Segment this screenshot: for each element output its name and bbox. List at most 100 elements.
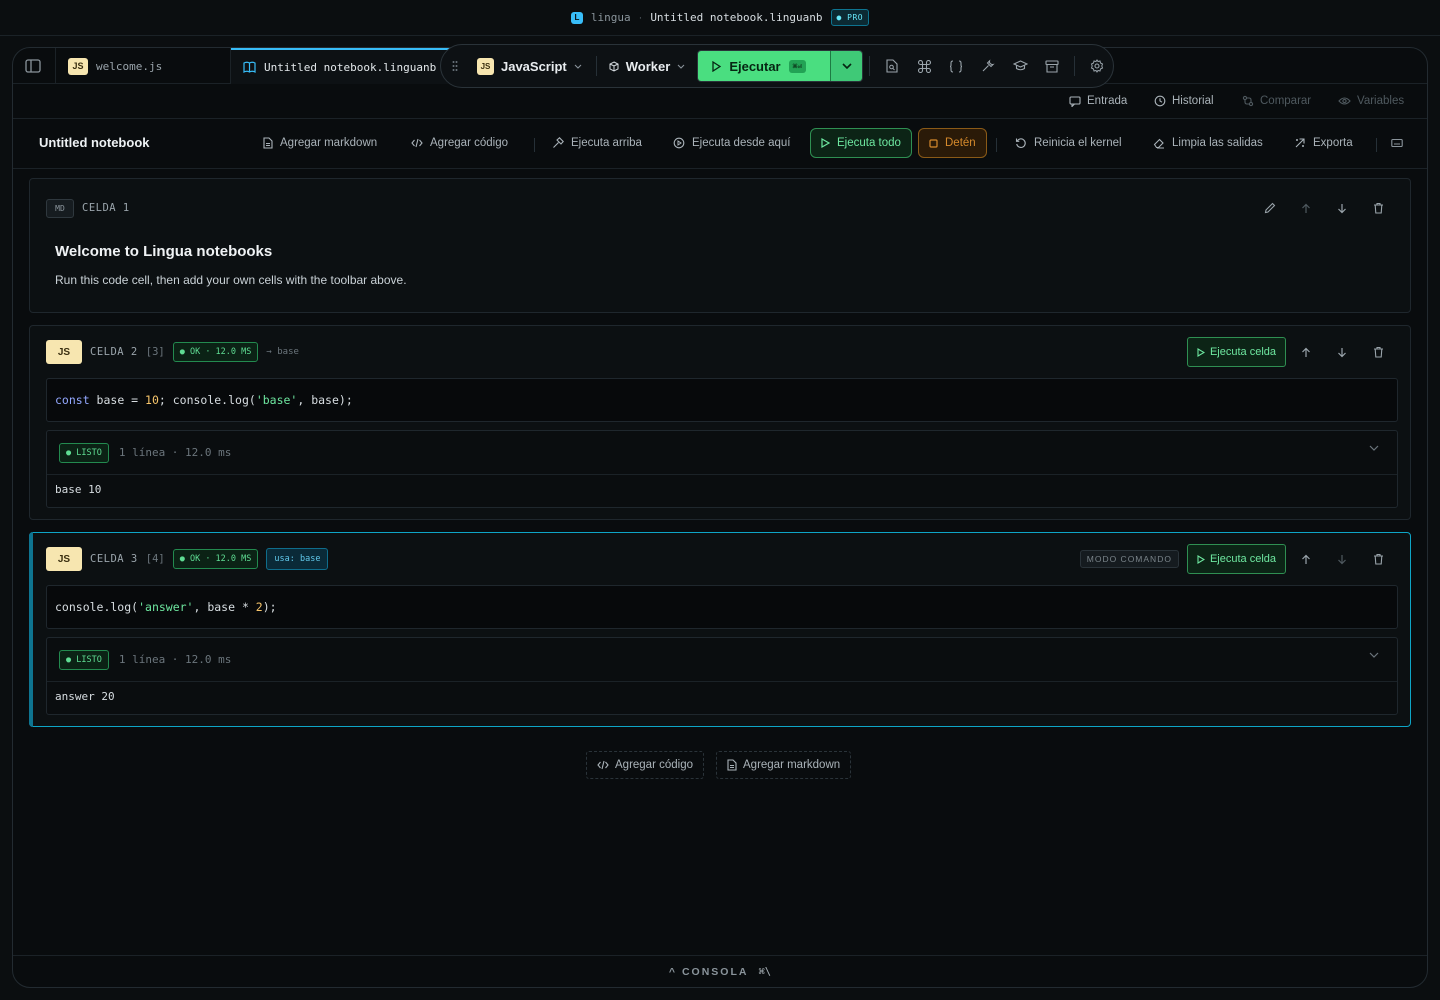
restart-kernel-button[interactable]: Reinicia el kernel: [1015, 128, 1122, 158]
stop-button[interactable]: Detén: [918, 128, 987, 158]
stop-icon: [929, 138, 938, 148]
defines-variable: → base: [266, 347, 299, 357]
move-down-icon[interactable]: [1324, 544, 1360, 574]
move-up-icon[interactable]: [1288, 193, 1324, 223]
output-header[interactable]: ● LISTO 1 línea · 12.0 ms: [47, 638, 1397, 682]
add-code-cell-button[interactable]: Agregar código: [586, 751, 704, 779]
language-label: JavaScript: [500, 58, 567, 74]
main-window: JS welcome.js Untitled notebook.linguanb…: [12, 47, 1428, 988]
panel-label: Entrada: [1087, 95, 1128, 107]
collapse-output-icon[interactable]: [1369, 445, 1379, 451]
run-toolbar: JS JavaScript Worker Ejecutar ⌘⏎: [440, 44, 1114, 88]
console-shortcut: ⌘\: [758, 966, 772, 978]
notebook-icon: [243, 61, 256, 73]
tab-label: welcome.js: [96, 59, 163, 73]
status-badge: ● OK · 12.0 MS: [172, 549, 259, 569]
panel-variables[interactable]: Variables: [1338, 84, 1404, 118]
move-up-icon[interactable]: [1288, 337, 1324, 367]
wrench-icon[interactable]: [972, 50, 1004, 82]
notebook-title: Untitled notebook: [39, 135, 150, 150]
graduation-cap-icon[interactable]: [1004, 50, 1036, 82]
cell-header: MD CELDA 1: [46, 179, 130, 237]
runtime-selector[interactable]: Worker: [603, 59, 692, 74]
panel-historial[interactable]: Historial: [1154, 84, 1214, 118]
delete-icon[interactable]: [1360, 544, 1396, 574]
output-text: base 10: [55, 483, 102, 496]
run-button[interactable]: Ejecutar ⌘⏎: [698, 51, 831, 81]
code-editor[interactable]: console.log('answer', base * 2);: [46, 585, 1398, 629]
delete-icon[interactable]: [1360, 193, 1396, 223]
tab-welcome-js[interactable]: JS welcome.js: [55, 48, 231, 84]
settings-gear-icon[interactable]: [1081, 50, 1113, 82]
code-token: const: [55, 393, 90, 407]
drag-handle-icon[interactable]: [441, 60, 469, 72]
clear-outputs-button[interactable]: Limpia las salidas: [1153, 128, 1263, 158]
run-from-here-button[interactable]: Ejecuta desde aquí: [673, 128, 790, 158]
add-code-label: Agregar código: [430, 137, 508, 149]
cell-actions: [1252, 179, 1396, 237]
run-cell-label: Ejecuta celda: [1209, 553, 1276, 565]
code-cell[interactable]: JS CELDA 2 [3] ● OK · 12.0 MS → base Eje…: [29, 325, 1411, 520]
play-icon: [1197, 347, 1205, 357]
output-text: answer 20: [55, 690, 115, 703]
js-icon: JS: [476, 57, 494, 75]
collapse-output-icon[interactable]: [1369, 652, 1379, 658]
toolbar-divider: [1074, 56, 1075, 76]
sidebar-toggle-icon[interactable]: [25, 59, 41, 73]
eye-icon: [1338, 96, 1351, 106]
output-header[interactable]: ● LISTO 1 línea · 12.0 ms: [47, 431, 1397, 475]
play-icon: [821, 138, 830, 148]
panel-comparar[interactable]: Comparar: [1242, 84, 1311, 118]
cell-header: JS CELDA 2 [3] ● OK · 12.0 MS → base: [46, 326, 299, 378]
braces-icon[interactable]: [940, 50, 972, 82]
code-token: 2: [255, 600, 263, 614]
command-icon[interactable]: [908, 50, 940, 82]
language-selector[interactable]: JS JavaScript: [469, 52, 590, 80]
console-label: ^ CONSOLA: [668, 966, 749, 978]
markdown-cell[interactable]: MD CELDA 1 Welcome to Lingua notebooks R…: [29, 178, 1411, 313]
move-down-icon[interactable]: [1324, 193, 1360, 223]
delete-icon[interactable]: [1360, 337, 1396, 367]
cell-output: ● LISTO 1 línea · 12.0 ms answer 20: [46, 637, 1398, 715]
code-editor[interactable]: const base = 10; console.log('base', bas…: [46, 378, 1398, 422]
move-down-icon[interactable]: [1324, 337, 1360, 367]
code-icon: [411, 138, 423, 148]
cell-label: CELDA 1: [82, 202, 130, 214]
run-all-button[interactable]: Ejecuta todo: [810, 128, 912, 158]
restart-kernel-label: Reinicia el kernel: [1034, 137, 1122, 149]
output-meta: 1 línea · 12.0 ms: [118, 653, 232, 666]
add-markdown-button[interactable]: Agregar markdown: [263, 128, 377, 158]
run-above-button[interactable]: Ejecuta arriba: [552, 128, 642, 158]
export-button[interactable]: Exporta: [1294, 128, 1353, 158]
run-all-label: Ejecuta todo: [837, 137, 901, 149]
code-token: console.log(: [55, 600, 139, 614]
add-markdown-cell-button[interactable]: Agregar markdown: [716, 751, 852, 779]
toolbar-divider: [595, 56, 597, 76]
export-label: Exporta: [1313, 137, 1353, 149]
panel-switcher: Entrada Historial Comparar Variables: [13, 84, 1427, 119]
tab-untitled-notebook[interactable]: Untitled notebook.linguanb: [231, 48, 451, 84]
app-logo-icon: L: [570, 11, 583, 24]
cell-actions: MODO COMANDO Ejecuta celda: [1079, 533, 1396, 585]
chevron-down-icon: [574, 64, 582, 69]
archive-icon[interactable]: [1036, 50, 1068, 82]
panel-entrada[interactable]: Entrada: [1069, 84, 1127, 118]
cube-icon: [609, 60, 619, 72]
cell-output: ● LISTO 1 línea · 12.0 ms base 10: [46, 430, 1398, 508]
chevron-down-icon: [842, 63, 852, 69]
run-options-button[interactable]: [830, 51, 863, 81]
app-name: lingua: [590, 11, 631, 24]
edit-icon[interactable]: [1252, 193, 1288, 223]
move-up-icon[interactable]: [1288, 544, 1324, 574]
js-cell-badge: JS: [46, 547, 82, 571]
run-cell-button[interactable]: Ejecuta celda: [1186, 337, 1286, 367]
code-cell-active[interactable]: JS CELDA 3 [4] ● OK · 12.0 MS usa: base …: [29, 532, 1411, 727]
run-cell-button[interactable]: Ejecuta celda: [1186, 544, 1286, 574]
keyboard-icon[interactable]: [1391, 128, 1403, 158]
file-search-icon[interactable]: [876, 50, 908, 82]
add-code-button[interactable]: Agregar código: [411, 128, 508, 158]
command-mode-tag: MODO COMANDO: [1079, 550, 1179, 568]
panel-label: Comparar: [1260, 95, 1312, 107]
console-toggle[interactable]: ^ CONSOLA ⌘\: [13, 955, 1427, 987]
play-circle-icon: [673, 137, 685, 149]
